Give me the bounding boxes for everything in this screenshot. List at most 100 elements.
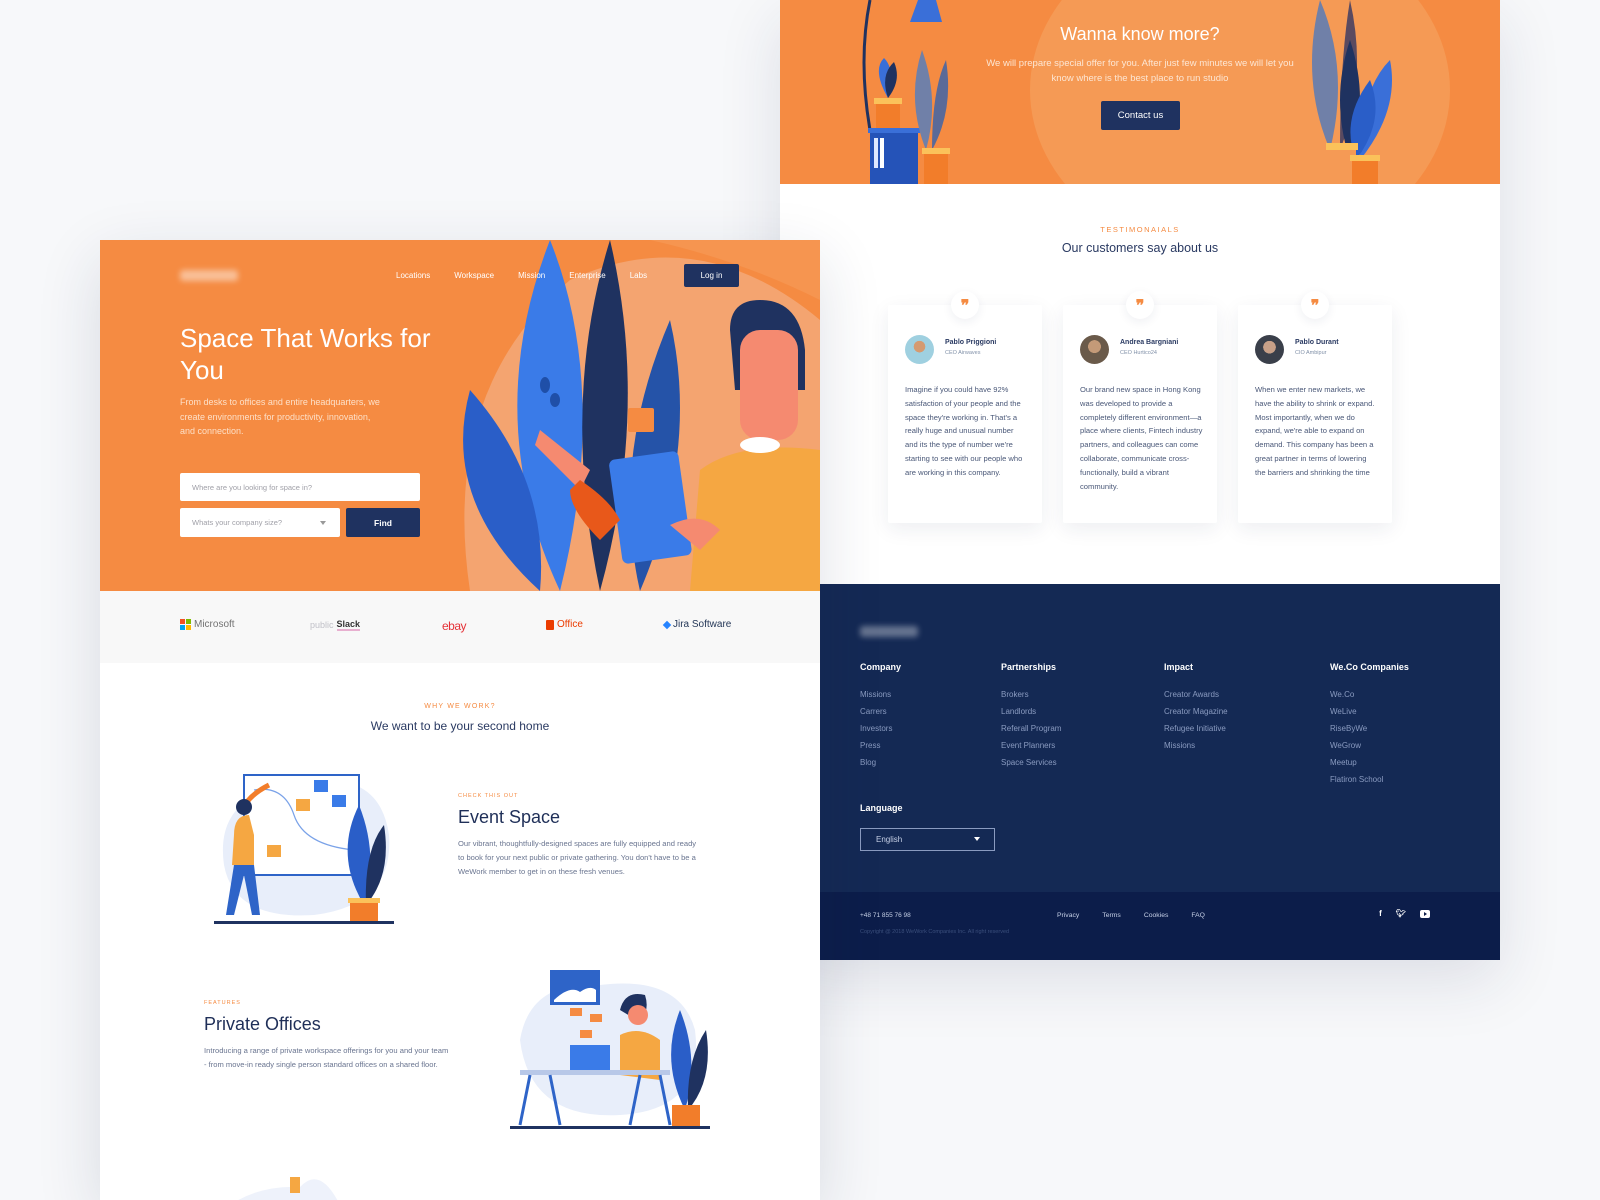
phone-number: +48 71 855 76 98 <box>860 912 911 919</box>
footer-link[interactable]: Brokers <box>1001 686 1061 703</box>
office-logo: Office <box>546 619 583 630</box>
logo-label: Jira Software <box>673 619 732 630</box>
testimonial-role: CEO Hurtico24 <box>1120 350 1157 356</box>
nav-locations[interactable]: Locations <box>396 271 430 280</box>
terms-link[interactable]: Terms <box>1102 912 1121 919</box>
language-value: English <box>876 835 903 844</box>
footer-link[interactable]: Creator Magazine <box>1164 703 1228 720</box>
footer-link[interactable]: Flatiron School <box>1330 771 1409 788</box>
plants-illustration <box>1312 0 1392 184</box>
footer-link[interactable]: Meetup <box>1330 754 1409 771</box>
footer-link[interactable]: Carrers <box>860 703 901 720</box>
office-icon <box>546 619 554 630</box>
nav-workspace[interactable]: Workspace <box>454 271 494 280</box>
footer-logo[interactable] <box>860 626 918 637</box>
faq-link[interactable]: FAQ <box>1191 912 1205 919</box>
feature-title: Event Space <box>458 807 561 827</box>
location-search-input[interactable] <box>180 473 420 501</box>
site-logo[interactable] <box>180 270 238 281</box>
ebay-logo: ebay <box>442 619 467 633</box>
copyright: Copyright @ 2018 WeWork Companies Inc. A… <box>860 929 1010 935</box>
footer-link[interactable]: Landlords <box>1001 703 1061 720</box>
hero-title: Space That Works for You <box>180 323 431 385</box>
testimonials-eyebrow: TESTIMONAIALS <box>1100 225 1180 234</box>
footer-link[interactable]: Refugee Initiative <box>1164 720 1228 737</box>
avatar <box>1255 335 1284 364</box>
company-size-select[interactable]: Whats your company size? <box>180 508 340 537</box>
landing-page-lower: Wanna know more? We will prepare special… <box>780 0 1500 960</box>
testimonials-section: TESTIMONAIALS Our customers say about us… <box>780 184 1500 584</box>
hero-illustration <box>463 240 820 591</box>
footer-heading: We.Co Companies <box>1330 662 1409 672</box>
footer-link[interactable]: Blog <box>860 754 901 771</box>
footer-link[interactable]: Referall Program <box>1001 720 1061 737</box>
footer-heading: Company <box>860 662 902 672</box>
logo-prefix: public <box>310 620 334 630</box>
logo-label: Microsoft <box>194 619 235 630</box>
testimonial-name: Pablo Durant <box>1295 339 1339 346</box>
footer-link[interactable]: RiseByWe <box>1330 720 1409 737</box>
main-nav: Locations Workspace Mission Enterprise L… <box>396 271 671 280</box>
next-feature-illustration <box>238 1177 338 1200</box>
cta-section: Wanna know more? We will prepare special… <box>780 0 1500 184</box>
footer-heading: Impact <box>1164 662 1194 672</box>
microsoft-logo: Microsoft <box>180 619 235 630</box>
why-eyebrow: WHY WE WORK? <box>424 703 496 710</box>
quote-icon: ❞ <box>951 291 979 319</box>
testimonial-card: ❞ Pablo Priggioni CEO Airwaves Imagine i… <box>888 291 1042 523</box>
feature-eyebrow: CHECK THIS OUT <box>458 793 519 799</box>
avatar <box>905 335 934 364</box>
testimonial-card: ❞ Pablo Durant CIO Ambipur When we enter… <box>1238 291 1392 523</box>
chevron-down-icon <box>974 837 980 841</box>
logo-label: ebay <box>442 619 467 633</box>
footer-link[interactable]: Press <box>860 737 901 754</box>
youtube-icon[interactable] <box>1420 910 1430 918</box>
language-select[interactable]: English <box>860 828 995 851</box>
find-button[interactable]: Find <box>346 508 420 537</box>
footer-link[interactable]: Investors <box>860 720 901 737</box>
jira-logo: Jira Software <box>662 619 732 630</box>
testimonial-name: Pablo Priggioni <box>945 339 997 346</box>
jira-icon <box>662 620 672 629</box>
testimonial-text: Imagine if you could have 92% satisfacti… <box>905 385 1023 477</box>
testimonial-text: Our brand new space in Hong Kong was dev… <box>1080 385 1203 491</box>
company-size-placeholder: Whats your company size? <box>192 518 283 527</box>
contact-us-button[interactable]: Contact us <box>1101 101 1180 130</box>
cta-text: We will prepare special offer for you. A… <box>986 58 1294 84</box>
testimonials-title: Our customers say about us <box>1061 241 1219 255</box>
why-title: We want to be your second home <box>370 719 550 733</box>
privacy-link[interactable]: Privacy <box>1057 912 1079 919</box>
facebook-icon[interactable]: f <box>1379 909 1382 918</box>
microsoft-icon <box>180 619 191 630</box>
footer-link[interactable]: WeGrow <box>1330 737 1409 754</box>
event-space-illustration <box>214 774 394 924</box>
footer-bottom-links: Privacy Terms Cookies FAQ <box>1057 912 1228 919</box>
footer-column-partnerships: Partnerships Brokers Landlords Referall … <box>1001 662 1061 771</box>
logo-label: Slack <box>336 619 361 631</box>
slack-logo: public Slack <box>310 619 361 631</box>
login-button[interactable]: Log in <box>684 264 739 287</box>
footer-column-weco: We.Co Companies We.Co WeLive RiseByWe We… <box>1330 662 1409 788</box>
footer-link[interactable]: Space Services <box>1001 754 1061 771</box>
footer-link[interactable]: Creator Awards <box>1164 686 1228 703</box>
cookies-link[interactable]: Cookies <box>1144 912 1169 919</box>
testimonial-role: CEO Airwaves <box>945 350 981 356</box>
footer-link[interactable]: We.Co <box>1330 686 1409 703</box>
nav-mission[interactable]: Mission <box>518 271 545 280</box>
footer-bottom-bar: +48 71 855 76 98 Copyright @ 2018 WeWork… <box>820 892 1500 960</box>
chevron-down-icon <box>320 521 326 525</box>
logo-label: Office <box>557 619 583 630</box>
testimonial-text: When we enter new markets, we have the a… <box>1255 385 1375 477</box>
footer-link[interactable]: Missions <box>860 686 901 703</box>
nav-enterprise[interactable]: Enterprise <box>569 271 605 280</box>
landing-page-upper: Locations Workspace Mission Enterprise L… <box>100 240 820 1200</box>
nav-labs[interactable]: Labs <box>630 271 647 280</box>
footer-link[interactable]: WeLive <box>1330 703 1409 720</box>
client-logos: Microsoft public Slack ebay Office Jira … <box>100 591 820 663</box>
footer-column-company: Company Missions Carrers Investors Press… <box>860 662 901 771</box>
social-links: f 🐦︎ <box>1379 909 1430 918</box>
hero-section: Locations Workspace Mission Enterprise L… <box>100 240 820 591</box>
footer-link[interactable]: Event Planners <box>1001 737 1061 754</box>
footer-link[interactable]: Missions <box>1164 737 1228 754</box>
twitter-icon[interactable]: 🐦︎ <box>1396 909 1406 918</box>
